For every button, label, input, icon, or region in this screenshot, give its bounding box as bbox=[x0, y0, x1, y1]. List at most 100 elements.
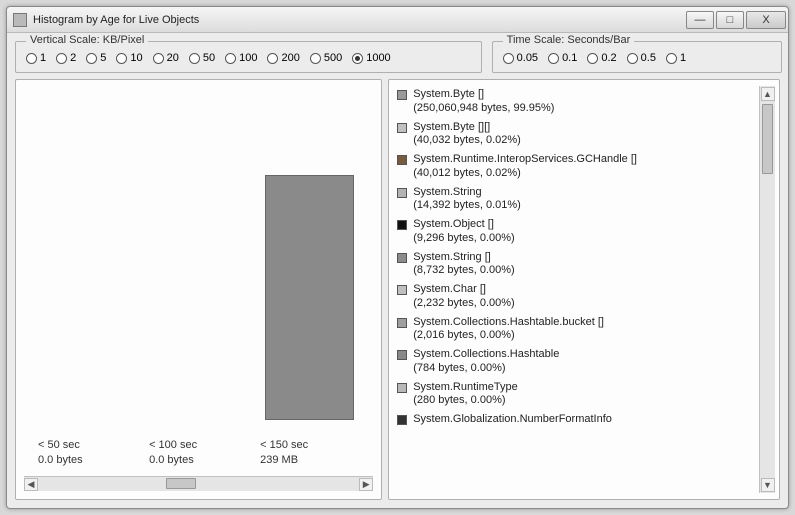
bar-label-time: < 50 sec bbox=[38, 438, 143, 453]
close-button[interactable]: X bbox=[746, 11, 786, 29]
time-scale-legend: Time Scale: Seconds/Bar bbox=[503, 34, 635, 46]
radio-dot-icon bbox=[587, 53, 598, 64]
radio-dot-icon bbox=[310, 53, 321, 64]
radio-label: 0.2 bbox=[601, 52, 616, 64]
time-scale-option-1[interactable]: 1 bbox=[666, 52, 686, 64]
legend-item[interactable]: System.Object [](9,296 bytes, 0.00%) bbox=[397, 216, 759, 249]
vertical-scale-option-1000[interactable]: 1000 bbox=[352, 52, 390, 64]
scroll-right-icon[interactable]: ▶ bbox=[359, 478, 373, 491]
vertical-scale-legend: Vertical Scale: KB/Pixel bbox=[26, 34, 148, 46]
bar-label: < 150 sec239 MB bbox=[254, 438, 365, 468]
hscroll-thumb[interactable] bbox=[166, 478, 196, 489]
bar-label-time: < 100 sec bbox=[149, 438, 254, 453]
legend-type-name: System.Collections.Hashtable.bucket [] bbox=[413, 316, 604, 330]
legend-text: System.Byte [](250,060,948 bytes, 99.95%… bbox=[413, 88, 554, 116]
vertical-scale-option-5[interactable]: 5 bbox=[86, 52, 106, 64]
radio-dot-icon bbox=[352, 53, 363, 64]
vscroll-thumb[interactable] bbox=[762, 104, 773, 174]
legend-item[interactable]: System.Runtime.InteropServices.GCHandle … bbox=[397, 151, 759, 184]
legend-text: System.Char [](2,232 bytes, 0.00%) bbox=[413, 283, 515, 311]
legend-text: System.Runtime.InteropServices.GCHandle … bbox=[413, 153, 637, 181]
time-scale-option-0.1[interactable]: 0.1 bbox=[548, 52, 577, 64]
window-frame: Histogram by Age for Live Objects — □ X … bbox=[6, 6, 789, 509]
legend-item[interactable]: System.Byte [][](40,032 bytes, 0.02%) bbox=[397, 119, 759, 152]
title-bar[interactable]: Histogram by Age for Live Objects — □ X bbox=[7, 7, 788, 33]
legend-item[interactable]: System.Collections.Hashtable(784 bytes, … bbox=[397, 346, 759, 379]
legend-text: System.String(14,392 bytes, 0.01%) bbox=[413, 186, 521, 214]
vertical-scale-option-100[interactable]: 100 bbox=[225, 52, 257, 64]
histogram-bar bbox=[32, 96, 143, 420]
legend-item[interactable]: System.Char [](2,232 bytes, 0.00%) bbox=[397, 281, 759, 314]
radio-dot-icon bbox=[225, 53, 236, 64]
vertical-scrollbar[interactable]: ▲ ▼ bbox=[759, 86, 775, 493]
legend-text: System.Globalization.NumberFormatInfo bbox=[413, 413, 612, 427]
radio-label: 20 bbox=[167, 52, 179, 64]
bar-label-value: 0.0 bytes bbox=[149, 453, 254, 468]
radio-dot-icon bbox=[503, 53, 514, 64]
histogram-panel: < 50 sec0.0 bytes< 100 sec0.0 bytes< 150… bbox=[15, 79, 382, 500]
legend-detail: (40,012 bytes, 0.02%) bbox=[413, 167, 637, 181]
bar-label-value: 239 MB bbox=[260, 453, 365, 468]
histogram-labels: < 50 sec0.0 bytes< 100 sec0.0 bytes< 150… bbox=[32, 438, 365, 468]
legend-list: System.Byte [](250,060,948 bytes, 99.95%… bbox=[397, 86, 759, 493]
bar-label: < 50 sec0.0 bytes bbox=[32, 438, 143, 468]
horizontal-scrollbar[interactable]: ◀ ▶ bbox=[24, 476, 373, 491]
radio-dot-icon bbox=[267, 53, 278, 64]
vertical-scale-option-200[interactable]: 200 bbox=[267, 52, 299, 64]
bar-label: < 100 sec0.0 bytes bbox=[143, 438, 254, 468]
radio-dot-icon bbox=[189, 53, 200, 64]
radio-dot-icon bbox=[116, 53, 127, 64]
minimize-button[interactable]: — bbox=[686, 11, 714, 29]
radio-dot-icon bbox=[56, 53, 67, 64]
legend-item[interactable]: System.RuntimeType(280 bytes, 0.00%) bbox=[397, 379, 759, 412]
content-area: Vertical Scale: KB/Pixel 125102050100200… bbox=[7, 33, 788, 508]
legend-type-name: System.String bbox=[413, 186, 521, 200]
legend-text: System.Collections.Hashtable(784 bytes, … bbox=[413, 348, 559, 376]
vertical-scale-option-2[interactable]: 2 bbox=[56, 52, 76, 64]
vertical-scale-option-1[interactable]: 1 bbox=[26, 52, 46, 64]
time-scale-option-0.5[interactable]: 0.5 bbox=[627, 52, 656, 64]
radio-label: 10 bbox=[130, 52, 142, 64]
hscroll-track[interactable] bbox=[38, 477, 359, 491]
legend-swatch-icon bbox=[397, 155, 407, 165]
histogram-bar bbox=[254, 96, 365, 420]
radio-dot-icon bbox=[666, 53, 677, 64]
legend-detail: (14,392 bytes, 0.01%) bbox=[413, 199, 521, 213]
legend-swatch-icon bbox=[397, 415, 407, 425]
vscroll-track[interactable] bbox=[760, 102, 775, 477]
legend-item[interactable]: System.Byte [](250,060,948 bytes, 99.95%… bbox=[397, 86, 759, 119]
scroll-left-icon[interactable]: ◀ bbox=[24, 478, 38, 491]
legend-detail: (784 bytes, 0.00%) bbox=[413, 362, 559, 376]
scroll-down-icon[interactable]: ▼ bbox=[761, 478, 775, 492]
vertical-scale-option-50[interactable]: 50 bbox=[189, 52, 215, 64]
legend-item[interactable]: System.String [](8,732 bytes, 0.00%) bbox=[397, 249, 759, 282]
radio-label: 1000 bbox=[366, 52, 390, 64]
radio-label: 0.1 bbox=[562, 52, 577, 64]
histogram-bars bbox=[32, 96, 365, 420]
legend-text: System.Byte [][](40,032 bytes, 0.02%) bbox=[413, 121, 521, 149]
legend-detail: (9,296 bytes, 0.00%) bbox=[413, 232, 515, 246]
maximize-button[interactable]: □ bbox=[716, 11, 744, 29]
legend-text: System.String [](8,732 bytes, 0.00%) bbox=[413, 251, 515, 279]
app-icon bbox=[13, 13, 27, 27]
vertical-scale-option-20[interactable]: 20 bbox=[153, 52, 179, 64]
bar-block bbox=[265, 175, 354, 420]
legend-type-name: System.Runtime.InteropServices.GCHandle … bbox=[413, 153, 637, 167]
radio-label: 0.5 bbox=[641, 52, 656, 64]
scroll-up-icon[interactable]: ▲ bbox=[761, 87, 775, 101]
radio-label: 200 bbox=[281, 52, 299, 64]
legend-swatch-icon bbox=[397, 350, 407, 360]
time-scale-option-0.2[interactable]: 0.2 bbox=[587, 52, 616, 64]
vertical-scale-option-500[interactable]: 500 bbox=[310, 52, 342, 64]
legend-item[interactable]: System.String(14,392 bytes, 0.01%) bbox=[397, 184, 759, 217]
vertical-scale-group: Vertical Scale: KB/Pixel 125102050100200… bbox=[15, 41, 482, 73]
radio-label: 50 bbox=[203, 52, 215, 64]
vertical-scale-option-10[interactable]: 10 bbox=[116, 52, 142, 64]
radio-label: 1 bbox=[40, 52, 46, 64]
scale-controls-row: Vertical Scale: KB/Pixel 125102050100200… bbox=[15, 41, 780, 73]
legend-item[interactable]: System.Collections.Hashtable.bucket [](2… bbox=[397, 314, 759, 347]
legend-swatch-icon bbox=[397, 123, 407, 133]
legend-detail: (250,060,948 bytes, 99.95%) bbox=[413, 102, 554, 116]
legend-item[interactable]: System.Globalization.NumberFormatInfo bbox=[397, 411, 759, 430]
time-scale-option-0.05[interactable]: 0.05 bbox=[503, 52, 538, 64]
